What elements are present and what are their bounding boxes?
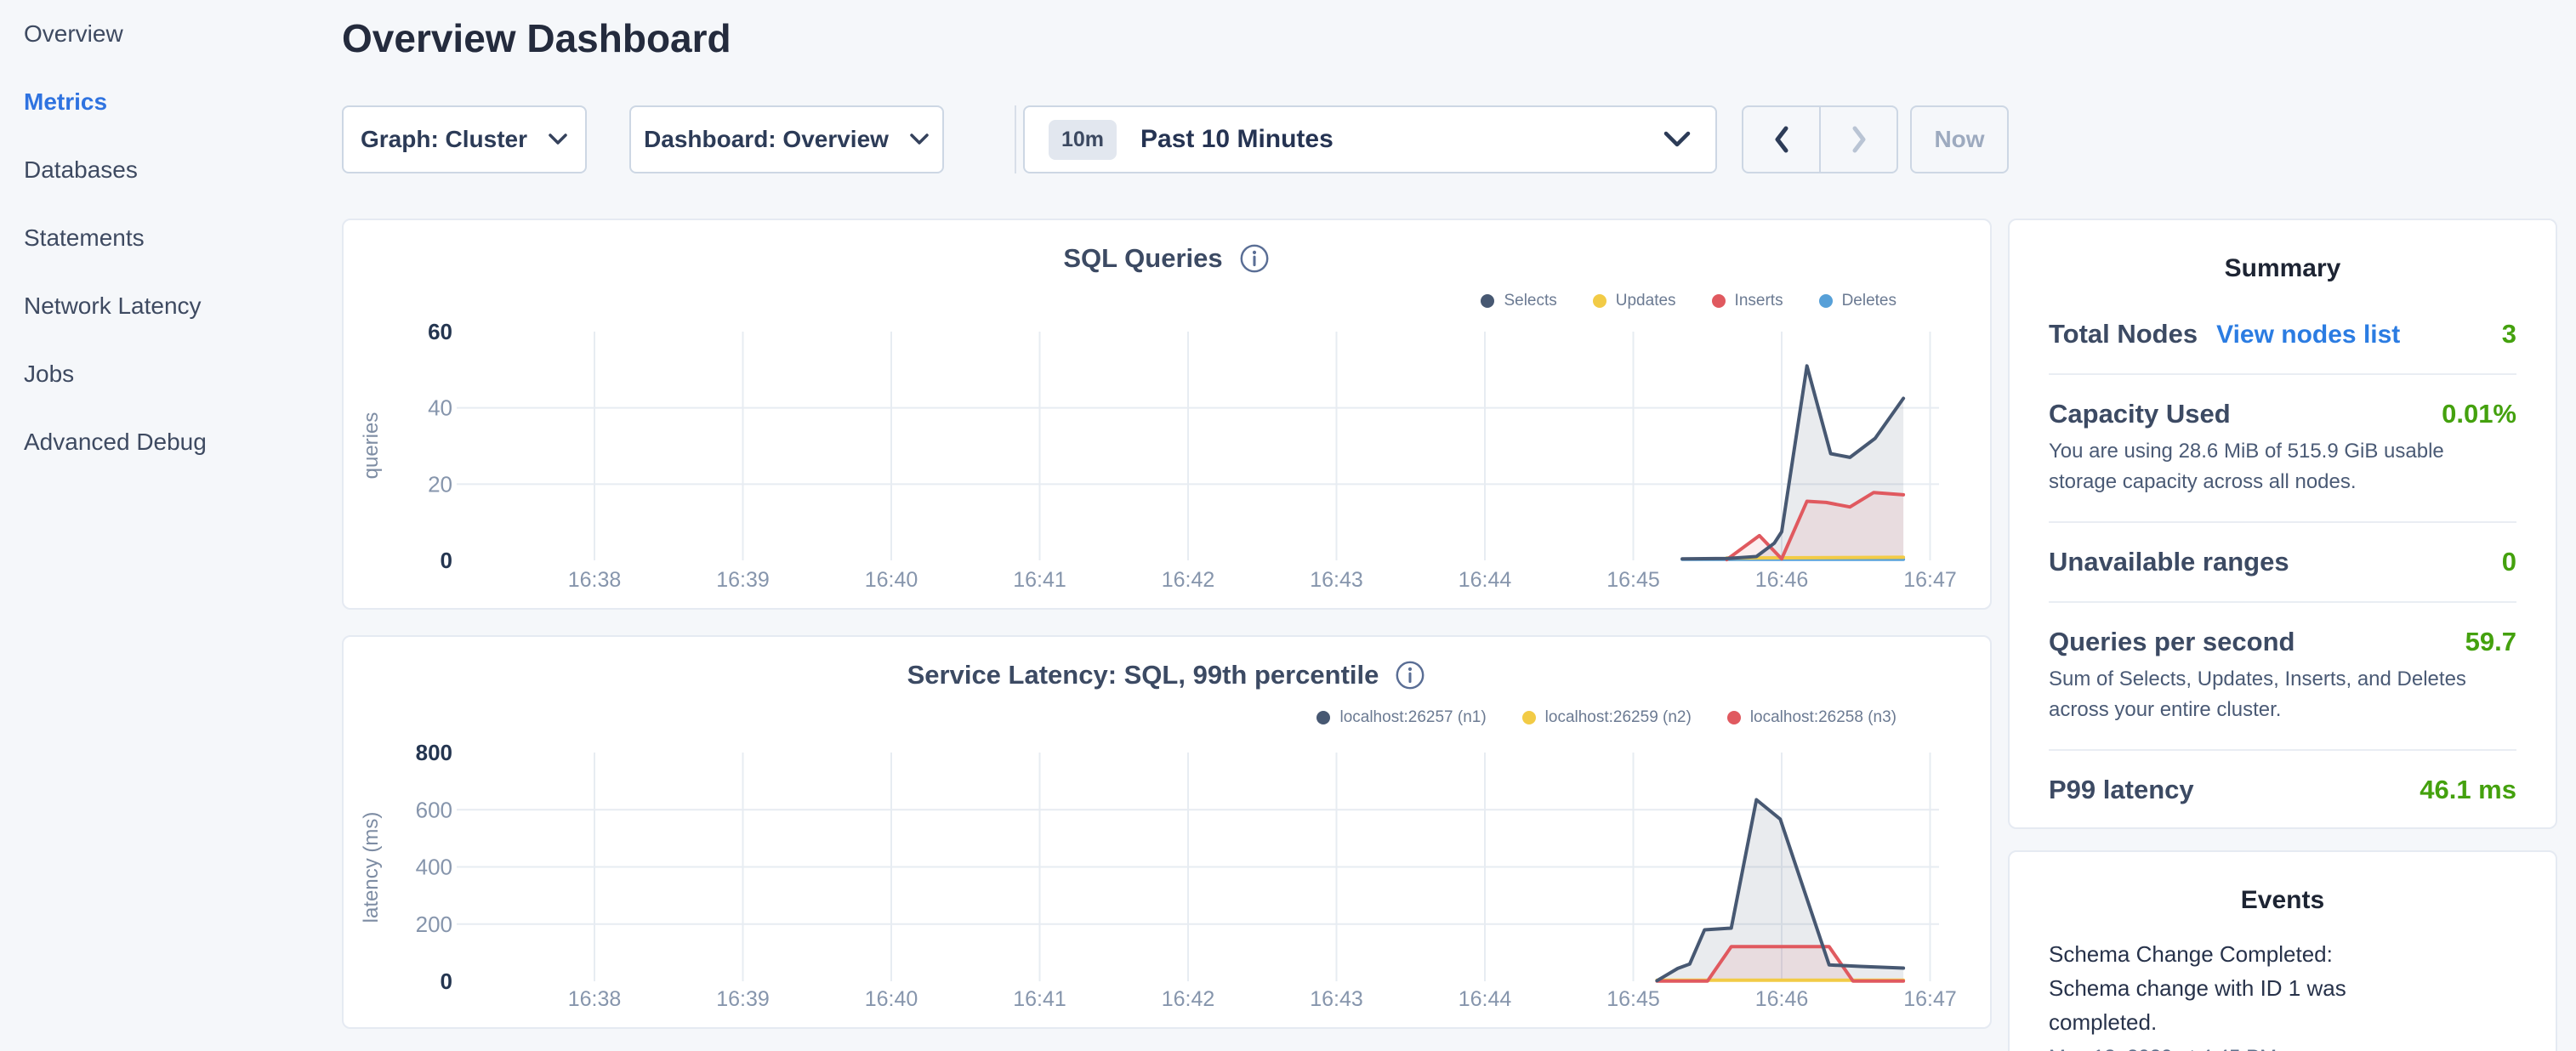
sidebar-item-network-latency[interactable]: Network Latency xyxy=(0,272,310,340)
chart-plot-0[interactable]: 16:38 16:39 16:40 16:41 16:42 16:43 16:44 16:45… xyxy=(344,220,1993,611)
summary-row-value: 0 xyxy=(2502,547,2516,577)
svg-text:16:38: 16:38 xyxy=(568,987,622,1011)
summary-row-desc: You are using 28.6 MiB of 515.9 GiB usab… xyxy=(2049,436,2478,497)
svg-text:800: 800 xyxy=(416,740,452,765)
summary-row-label: Total Nodes xyxy=(2049,319,2198,349)
summary-row-value: 0.01% xyxy=(2442,399,2516,429)
summary-row-value: 3 xyxy=(2502,319,2516,349)
svg-text:16:44: 16:44 xyxy=(1459,568,1512,592)
sidebar: OverviewMetricsDatabasesStatementsNetwor… xyxy=(0,0,310,476)
service-latency-chart-card: Service Latency: SQL, 99th percentile lo… xyxy=(342,635,1992,1029)
summary-row-value: 59.7 xyxy=(2465,627,2516,657)
svg-text:16:44: 16:44 xyxy=(1459,987,1512,1011)
svg-text:16:46: 16:46 xyxy=(1755,568,1809,592)
page-title: Overview Dashboard xyxy=(342,15,731,61)
svg-text:queries: queries xyxy=(360,412,383,480)
svg-text:16:41: 16:41 xyxy=(1013,987,1066,1011)
page: OverviewMetricsDatabasesStatementsNetwor… xyxy=(0,0,2576,1051)
summary-row-label: Queries per second xyxy=(2049,627,2295,657)
sidebar-item-metrics[interactable]: Metrics xyxy=(0,68,310,136)
svg-text:16:43: 16:43 xyxy=(1310,987,1363,1011)
sidebar-item-statements[interactable]: Statements xyxy=(0,204,310,272)
svg-text:16:42: 16:42 xyxy=(1162,987,1215,1011)
event-timestamp: May 13, 2020 at 4:45 PM xyxy=(2049,1046,2516,1051)
svg-text:400: 400 xyxy=(416,855,452,880)
summary-row-head: Total Nodes View nodes list 3 xyxy=(2049,319,2516,349)
time-range-selector[interactable]: 10m Past 10 Minutes xyxy=(1023,105,1717,173)
svg-text:16:46: 16:46 xyxy=(1755,987,1809,1011)
sql-queries-chart-card: SQL Queries SelectsUpdatesInsertsDeletes… xyxy=(342,219,1992,610)
graph-dropdown-label: Graph: Cluster xyxy=(361,126,527,153)
chevron-right-icon xyxy=(1848,124,1870,155)
chart-plot-1[interactable]: 16:38 16:39 16:40 16:41 16:42 16:43 16:44 16:45… xyxy=(344,637,1993,1031)
events-panel: Events Schema Change Completed: Schema c… xyxy=(2008,850,2557,1051)
sidebar-item-databases[interactable]: Databases xyxy=(0,136,310,204)
time-range-badge: 10m xyxy=(1049,120,1117,160)
time-step-button-group xyxy=(1742,105,1898,173)
svg-text:16:41: 16:41 xyxy=(1013,568,1066,592)
svg-text:16:43: 16:43 xyxy=(1310,568,1363,592)
summary-body: Total Nodes View nodes list 3 Capacity Used… xyxy=(2010,295,2556,829)
summary-row-head: P99 latency 46.1 ms xyxy=(2049,775,2516,805)
toolbar-divider xyxy=(1015,105,1016,173)
svg-text:16:40: 16:40 xyxy=(865,987,918,1011)
svg-text:16:38: 16:38 xyxy=(568,568,622,592)
time-next-button[interactable] xyxy=(1819,107,1896,172)
chevron-down-icon xyxy=(548,133,568,146)
graph-dropdown[interactable]: Graph: Cluster xyxy=(342,105,587,173)
svg-text:latency (ms): latency (ms) xyxy=(360,812,383,923)
summary-row-total-nodes: Total Nodes View nodes list 3 xyxy=(2049,295,2516,373)
summary-row-label: Capacity Used xyxy=(2049,399,2231,429)
summary-row-desc: Sum of Selects, Updates, Inserts, and De… xyxy=(2049,664,2478,725)
sidebar-item-jobs[interactable]: Jobs xyxy=(0,340,310,408)
svg-text:16:47: 16:47 xyxy=(1903,987,1957,1011)
svg-text:16:39: 16:39 xyxy=(716,987,770,1011)
chevron-down-icon xyxy=(909,133,930,146)
svg-text:16:45: 16:45 xyxy=(1606,987,1660,1011)
summary-panel: Summary Total Nodes View nodes list 3 Capac… xyxy=(2008,219,2557,829)
time-prev-button[interactable] xyxy=(1743,107,1819,172)
svg-text:16:40: 16:40 xyxy=(865,568,918,592)
summary-row-head: Queries per second 59.7 xyxy=(2049,627,2516,657)
summary-row-label: P99 latency xyxy=(2049,775,2194,805)
summary-row-head: Capacity Used 0.01% xyxy=(2049,399,2516,429)
events-title: Events xyxy=(2010,886,2556,915)
svg-text:200: 200 xyxy=(416,912,452,937)
summary-row-unavailable-ranges: Unavailable ranges 0 xyxy=(2049,523,2516,601)
summary-row-capacity-used: Capacity Used 0.01% You are using 28.6 MiB… xyxy=(2049,375,2516,521)
summary-row-head: Unavailable ranges 0 xyxy=(2049,547,2516,577)
dashboard-dropdown-label: Dashboard: Overview xyxy=(644,126,889,153)
svg-text:600: 600 xyxy=(416,797,452,822)
chevron-left-icon xyxy=(1771,124,1793,155)
time-range-label: Past 10 Minutes xyxy=(1140,125,1333,154)
svg-text:16:42: 16:42 xyxy=(1162,568,1215,592)
summary-row-label: Unavailable ranges xyxy=(2049,547,2289,577)
summary-row-p99-latency: P99 latency 46.1 ms xyxy=(2049,751,2516,829)
sidebar-item-advanced-debug[interactable]: Advanced Debug xyxy=(0,408,310,476)
summary-row-queries-per-second: Queries per second 59.7 Sum of Selects, Up… xyxy=(2049,603,2516,749)
summary-row-value: 46.1 ms xyxy=(2420,775,2516,805)
sidebar-item-overview[interactable]: Overview xyxy=(0,0,310,68)
dashboard-dropdown[interactable]: Dashboard: Overview xyxy=(629,105,944,173)
event-item[interactable]: Schema Change Completed: Schema change w… xyxy=(2049,937,2516,1051)
svg-text:16:39: 16:39 xyxy=(716,568,770,592)
chevron-down-icon xyxy=(1663,130,1692,149)
svg-text:60: 60 xyxy=(428,319,452,344)
svg-text:0: 0 xyxy=(441,969,452,994)
now-button[interactable]: Now xyxy=(1910,105,2009,173)
svg-text:16:47: 16:47 xyxy=(1903,568,1957,592)
event-text: Schema Change Completed: Schema change w… xyxy=(2049,937,2406,1039)
svg-text:0: 0 xyxy=(441,548,452,573)
svg-text:20: 20 xyxy=(428,471,452,497)
view-nodes-link[interactable]: View nodes list xyxy=(2216,321,2400,349)
svg-text:40: 40 xyxy=(428,395,452,421)
summary-title: Summary xyxy=(2010,254,2556,283)
svg-text:16:45: 16:45 xyxy=(1606,568,1660,592)
